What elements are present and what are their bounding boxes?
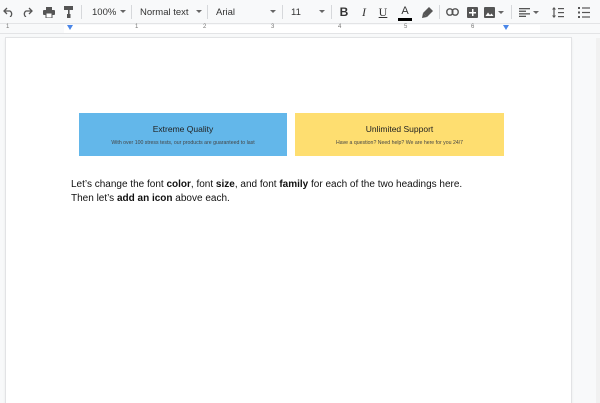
- card-title: Extreme Quality: [152, 123, 214, 134]
- text-run-bold: family: [279, 179, 309, 190]
- document-page[interactable]: Extreme Quality With over 100 stress tes…: [6, 38, 571, 403]
- print-icon[interactable]: [41, 0, 57, 24]
- zoom-dropdown[interactable]: 100%: [88, 0, 128, 24]
- heading-card-unlimited-support[interactable]: Unlimited Support Have a question? Need …: [295, 113, 504, 156]
- separator: [331, 5, 332, 19]
- font-size-dropdown[interactable]: 11: [287, 0, 327, 24]
- card-title: Unlimited Support: [365, 123, 434, 134]
- ruler-number: 3: [271, 24, 275, 30]
- card-subtitle: Have a question? Need help? We are here …: [335, 139, 464, 146]
- separator: [81, 5, 82, 19]
- left-indent-marker[interactable]: [67, 25, 73, 30]
- bold-label: B: [339, 5, 349, 19]
- paragraph-line-1: Let’s change the font color, font size, …: [71, 178, 511, 192]
- chevron-down-icon: [533, 10, 539, 14]
- add-comment-icon[interactable]: [465, 0, 479, 24]
- font-value: Arial: [216, 6, 236, 18]
- chevron-down-icon: [120, 10, 126, 13]
- text-color-label: A: [401, 4, 409, 17]
- font-size-value: 11: [291, 6, 301, 18]
- card-subtitle: With over 100 stress tests, our products…: [111, 139, 255, 146]
- text-run: , and font: [234, 179, 280, 190]
- underline-label: U: [378, 4, 388, 19]
- chevron-down-icon: [196, 10, 202, 13]
- italic-button[interactable]: I: [357, 0, 371, 24]
- toolbar: 100% Normal text Arial 11 B I U A: [0, 0, 600, 24]
- separator: [511, 5, 512, 19]
- vertical-scrollbar[interactable]: [596, 38, 600, 403]
- paint-format-icon[interactable]: [62, 0, 76, 24]
- text-color-swatch: [398, 17, 412, 21]
- font-dropdown[interactable]: Arial: [212, 0, 278, 24]
- italic-label: I: [362, 4, 366, 19]
- paragraph-line-2: Then let’s add an icon above each.: [71, 192, 511, 206]
- separator: [439, 5, 440, 19]
- text-run: , font: [190, 179, 216, 190]
- style-value: Normal text: [140, 6, 189, 18]
- text-run: above each.: [172, 193, 230, 204]
- right-indent-marker[interactable]: [503, 25, 509, 30]
- line-spacing-icon[interactable]: [551, 0, 565, 24]
- zoom-value: 100%: [92, 6, 117, 18]
- separator: [207, 5, 208, 19]
- link-icon[interactable]: [444, 0, 460, 24]
- align-left-icon[interactable]: [518, 0, 540, 24]
- chevron-down-icon: [319, 10, 325, 13]
- numbered-list-icon[interactable]: [577, 0, 591, 24]
- ruler-number: 5: [404, 24, 408, 30]
- text-run: Then let’s: [71, 193, 117, 204]
- highlighter-icon[interactable]: [420, 0, 434, 24]
- insert-image-icon[interactable]: [484, 0, 504, 24]
- undo-icon[interactable]: [2, 0, 16, 24]
- separator: [131, 5, 132, 19]
- ruler-number: 6: [471, 24, 475, 30]
- text-run-bold: size: [215, 179, 235, 190]
- ruler[interactable]: 1 1 2 3 4 5 6: [0, 24, 600, 34]
- heading-card-extreme-quality[interactable]: Extreme Quality With over 100 stress tes…: [79, 113, 287, 156]
- ruler-number: 1: [135, 24, 139, 30]
- redo-icon[interactable]: [20, 0, 34, 24]
- chevron-down-icon: [498, 10, 504, 14]
- separator: [282, 5, 283, 19]
- text-run-bold: add an icon: [116, 193, 173, 204]
- text-run-bold: color: [166, 179, 191, 190]
- ruler-number: 1: [6, 24, 10, 30]
- underline-button[interactable]: U: [376, 0, 390, 24]
- text-run: Let’s change the font: [71, 179, 167, 190]
- style-dropdown[interactable]: Normal text: [136, 0, 204, 24]
- ruler-number: 2: [203, 24, 207, 30]
- bold-button[interactable]: B: [337, 0, 351, 24]
- text-color-button[interactable]: A: [397, 0, 413, 24]
- ruler-number: 4: [338, 24, 342, 30]
- chevron-down-icon: [270, 10, 276, 13]
- text-run: for each of the two headings here.: [308, 179, 463, 190]
- body-paragraph[interactable]: Let’s change the font color, font size, …: [71, 178, 511, 206]
